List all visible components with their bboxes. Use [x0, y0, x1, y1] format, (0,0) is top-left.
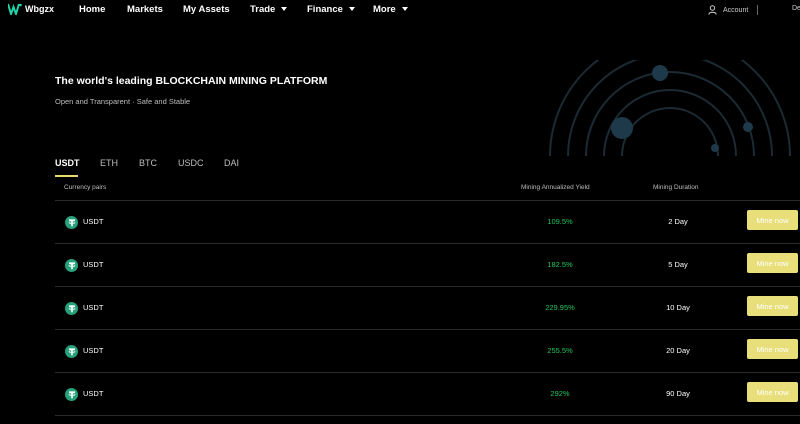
annualized-yield: 255.5%: [547, 346, 573, 355]
tab-btc[interactable]: BTC: [139, 158, 157, 168]
annualized-yield: 292%: [550, 389, 570, 398]
user-icon: [708, 5, 717, 15]
mining-duration: 10 Day: [666, 303, 690, 312]
tab-usdt[interactable]: USDT: [55, 158, 80, 168]
nav-finance[interactable]: Finance: [307, 4, 355, 15]
coin-name: USDT: [83, 389, 104, 398]
tab-eth[interactable]: ETH: [100, 158, 118, 168]
nav-more[interactable]: More: [373, 4, 408, 15]
header-currency-pairs: Currency pairs: [64, 184, 107, 191]
hero-orbit-graphic: [549, 60, 791, 156]
brand-logo[interactable]: Wbgzx: [8, 3, 54, 15]
hero-subtitle: Open and Transparent · Safe and Stable: [55, 97, 191, 106]
table-row: USDT 292% 90 Day Mine now: [55, 373, 800, 416]
header-mining-duration: Mining Duration: [653, 184, 699, 191]
table-header: Currency pairs Mining Annualized Yield M…: [55, 177, 800, 201]
nav-home[interactable]: Home: [79, 4, 105, 15]
table-row: USDT 229.95% 10 Day Mine now: [55, 287, 800, 330]
hero-title: The world's leading BLOCKCHAIN MINING PL…: [55, 75, 328, 87]
coin-name: USDT: [83, 217, 104, 226]
coin-name: USDT: [83, 303, 104, 312]
mine-now-button[interactable]: Mine now: [747, 296, 798, 316]
nav-item-cut[interactable]: De: [792, 5, 800, 12]
header-annualized-yield: Mining Annualized Yield: [521, 184, 590, 191]
tab-dai[interactable]: DAI: [224, 158, 239, 168]
nav-more-label: More: [373, 4, 396, 15]
top-nav: Wbgzx Home Markets My Assets Trade Finan…: [0, 0, 800, 20]
tether-icon: [65, 259, 78, 272]
tether-icon: [65, 345, 78, 358]
mine-now-button[interactable]: Mine now: [747, 253, 798, 273]
table-row: USDT 109.5% 2 Day Mine now: [55, 201, 800, 244]
tether-icon: [65, 388, 78, 401]
mining-duration: 2 Day: [668, 217, 688, 226]
logo-icon: [8, 3, 22, 15]
mine-now-button[interactable]: Mine now: [747, 210, 798, 230]
nav-trade[interactable]: Trade: [250, 4, 288, 15]
tether-icon: [65, 216, 78, 229]
annualized-yield: 109.5%: [547, 217, 573, 226]
table-row: USDT 255.5% 20 Day Mine now: [55, 330, 800, 373]
mining-duration: 20 Day: [666, 346, 690, 355]
nav-finance-label: Finance: [307, 4, 343, 15]
mine-now-button[interactable]: Mine now: [747, 382, 798, 402]
tether-icon: [65, 302, 78, 315]
brand-name: Wbgzx: [25, 4, 54, 14]
mine-now-button[interactable]: Mine now: [747, 339, 798, 359]
nav-markets[interactable]: Markets: [127, 4, 163, 15]
chevron-down-icon: [401, 7, 408, 12]
account-link[interactable]: Account: [708, 5, 748, 15]
table-row: USDT 182.5% 5 Day Mine now: [55, 244, 800, 287]
nav-divider: [757, 5, 758, 15]
chevron-down-icon: [348, 7, 355, 12]
coin-name: USDT: [83, 260, 104, 269]
tab-usdc[interactable]: USDC: [178, 158, 204, 168]
coin-name: USDT: [83, 346, 104, 355]
annualized-yield: 182.5%: [547, 260, 573, 269]
mining-duration: 5 Day: [668, 260, 688, 269]
nav-trade-label: Trade: [250, 4, 276, 15]
annualized-yield: 229.95%: [545, 303, 575, 312]
account-label: Account: [723, 6, 749, 14]
nav-my-assets[interactable]: My Assets: [183, 4, 230, 15]
chevron-down-icon: [281, 7, 288, 12]
mining-duration: 90 Day: [666, 389, 690, 398]
